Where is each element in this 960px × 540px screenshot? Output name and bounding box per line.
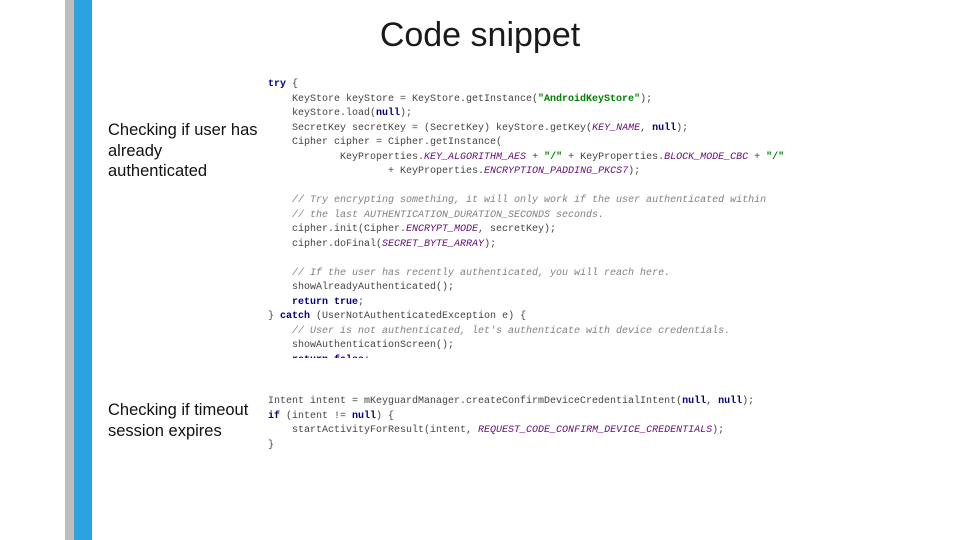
- code-block-auth: try { KeyStore keyStore = KeyStore.getIn…: [268, 78, 928, 358]
- code-block-timeout: Intent intent = mKeyguardManager.createC…: [268, 395, 928, 465]
- label-auth-check: Checking if user has already authenticat…: [108, 120, 258, 182]
- label-timeout-check: Checking if timeout session expires: [108, 400, 258, 441]
- accent-shadow: [65, 0, 74, 540]
- accent-stripe: [74, 0, 92, 540]
- slide-title: Code snippet: [0, 16, 960, 55]
